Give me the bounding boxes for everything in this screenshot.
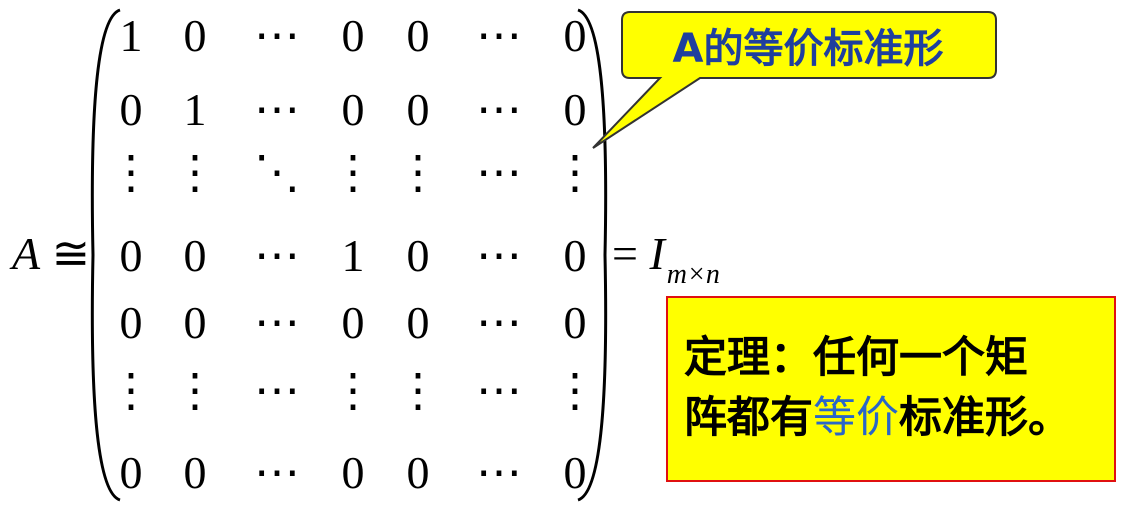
theorem-line-2: 阵都有等价标准形。 xyxy=(684,388,1114,448)
theorem-line-2-part-a: 阵都有 xyxy=(684,393,813,443)
theorem-line-2-part-c: 标准形。 xyxy=(899,393,1071,443)
callout-label: A的等价标准形 xyxy=(672,26,944,72)
slide: A ≅ 1 0 ⋯ 0 0 ⋯ 0 0 1 ⋯ 0 0 ⋯ 0 ⋮ ⋮ ⋱ ⋮ ⋮ ⋯ ⋮ 0 0 ⋯ 1 0 ⋯ 0 0 0 ⋯ 0 0 ⋯ 0 ⋮… xyxy=(0,0,1136,523)
theorem-highlight-term: 等价 xyxy=(813,393,899,443)
theorem-box: 定理：任何一个矩 阵都有等价标准形。 xyxy=(666,296,1116,482)
theorem-line-1: 定理：任何一个矩 xyxy=(684,333,1028,383)
